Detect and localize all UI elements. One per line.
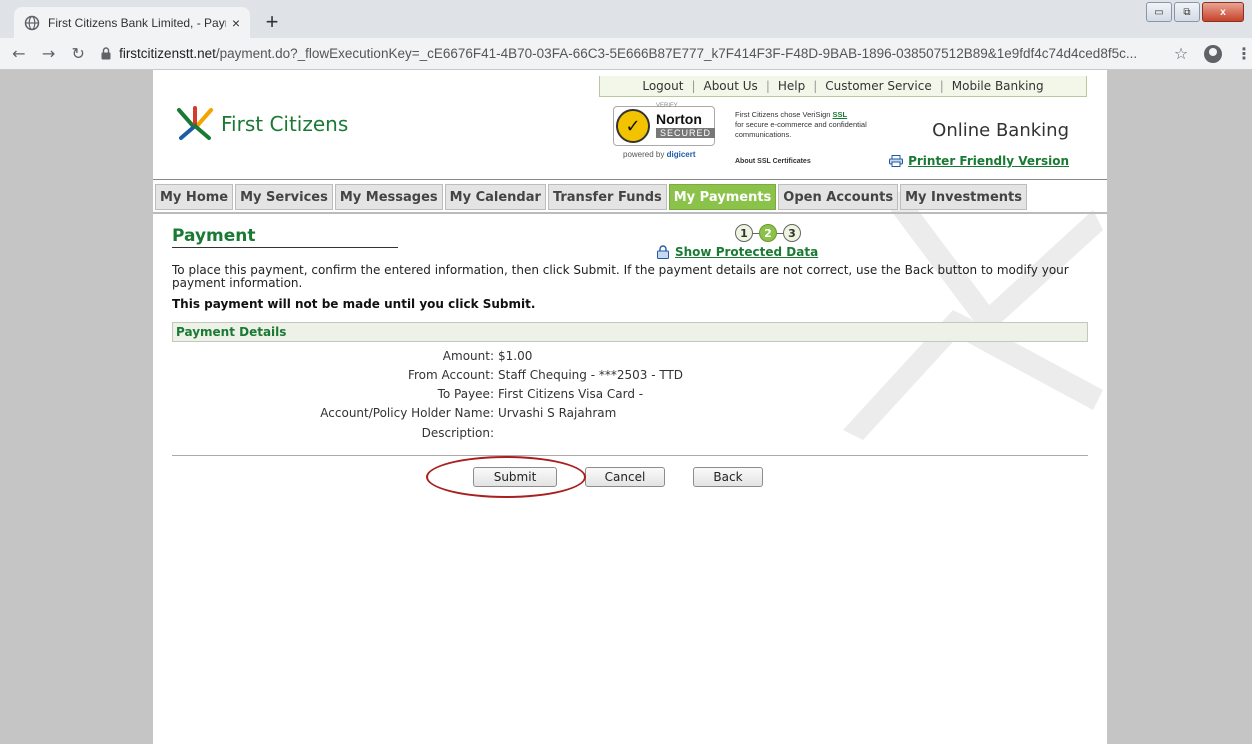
browser-tabstrip: First Citizens Bank Limited, - Payr × + … <box>0 0 1252 38</box>
show-protected-data-link[interactable]: Show Protected Data <box>656 245 818 259</box>
url-domain: firstcitizenstt.net <box>119 46 216 61</box>
bank-page: Logout | About Us | Help | Customer Serv… <box>153 70 1107 744</box>
help-link[interactable]: Help <box>778 79 805 93</box>
printer-friendly-link[interactable]: Printer Friendly Version <box>889 154 1069 168</box>
lock-data-icon <box>657 245 669 259</box>
detail-label: Description: <box>421 426 494 440</box>
browser-toolbar: ← → ↻ firstcitizenstt.net/payment.do?_fl… <box>0 38 1252 70</box>
address-bar[interactable]: firstcitizenstt.net/payment.do?_flowExec… <box>101 42 1158 66</box>
detail-row-holder-name: Account/Policy Holder Name: Urvashi S Ra… <box>172 406 1072 424</box>
detail-value: $1.00 <box>498 349 533 363</box>
printer-icon <box>889 155 904 167</box>
detail-label: Amount: <box>442 349 494 363</box>
submit-button[interactable]: Submit <box>473 467 557 487</box>
logo-text: First Citizens <box>221 112 349 136</box>
detail-label: Account/Policy Holder Name: <box>320 406 494 420</box>
detail-row-to-payee: To Payee: First Citizens Visa Card - <box>172 387 1072 405</box>
new-tab-button[interactable]: + <box>258 8 286 36</box>
about-us-link[interactable]: About Us <box>703 79 757 93</box>
cancel-button[interactable]: Cancel <box>585 467 665 487</box>
reload-icon[interactable]: ↻ <box>67 42 89 66</box>
ssl-link[interactable]: SSL <box>833 110 848 119</box>
logout-link[interactable]: Logout <box>642 79 683 93</box>
norton-powered-by: powered by digicert <box>623 150 696 159</box>
url-path: /payment.do?_flowExecutionKey=_cE6676F41… <box>215 46 1138 61</box>
checkmark-icon: ✓ <box>616 109 650 143</box>
tab-transfer-funds[interactable]: Transfer Funds <box>547 184 667 210</box>
detail-row-from-account: From Account: Staff Chequing - ***2503 -… <box>172 368 1072 386</box>
detail-row-amount: Amount: $1.00 <box>172 349 1072 367</box>
detail-row-description: Description: <box>172 426 1072 444</box>
utility-links: Logout | About Us | Help | Customer Serv… <box>599 76 1087 97</box>
first-citizens-logo[interactable]: First Citizens <box>175 106 348 142</box>
kebab-menu-icon[interactable]: ⋮ <box>1236 44 1252 63</box>
customer-service-link[interactable]: Customer Service <box>825 79 931 93</box>
tab-my-calendar[interactable]: My Calendar <box>444 184 546 210</box>
detail-value: First Citizens Visa Card - <box>498 387 644 401</box>
submit-notice: This payment will not be made until you … <box>172 297 536 311</box>
detail-label: To Payee: <box>437 387 494 401</box>
tab-my-investments[interactable]: My Investments <box>900 184 1027 210</box>
about-ssl-link[interactable]: About SSL Certificates <box>735 158 811 165</box>
tab-my-payments[interactable]: My Payments <box>668 184 777 210</box>
detail-value: Staff Chequing - ***2503 - TTD <box>498 368 684 382</box>
tab-my-messages[interactable]: My Messages <box>334 184 443 210</box>
page-title: Payment <box>172 226 256 246</box>
back-button[interactable]: Back <box>693 467 763 487</box>
norton-secured: SECURED <box>656 128 716 138</box>
step-3: 3 <box>783 224 801 242</box>
detail-label: From Account: <box>407 368 494 382</box>
tab-my-home[interactable]: My Home <box>155 184 234 210</box>
lock-icon <box>101 47 113 61</box>
main-nav: My Home My Services My Messages My Calen… <box>155 184 1029 210</box>
globe-icon <box>24 15 40 31</box>
restore-button[interactable]: ⧉ <box>1174 2 1200 22</box>
norton-seal[interactable]: VERIFY ✓ Norton SECURED powered by digic… <box>613 100 723 164</box>
tab-title: First Citizens Bank Limited, - Payr <box>48 15 226 30</box>
back-arrow-icon[interactable]: ← <box>8 42 30 66</box>
window-controls: ▭ ⧉ x <box>1146 2 1244 22</box>
tab-close-icon[interactable]: × <box>232 15 240 31</box>
minimize-button[interactable]: ▭ <box>1146 2 1172 22</box>
instructions-text: To place this payment, confirm the enter… <box>172 263 1069 290</box>
step-indicator: 1 2 3 <box>735 224 801 242</box>
detail-value: Urvashi S Rajahram <box>498 406 617 420</box>
norton-verify-text: VERIFY <box>656 103 678 109</box>
first-citizens-logo-icon <box>177 106 213 140</box>
bookmark-star-icon[interactable]: ☆ <box>1174 44 1188 63</box>
account-icon[interactable] <box>1204 44 1222 63</box>
step-2-current: 2 <box>759 224 777 242</box>
forward-arrow-icon[interactable]: → <box>38 42 60 66</box>
tab-open-accounts[interactable]: Open Accounts <box>778 184 899 210</box>
close-window-button[interactable]: x <box>1202 2 1244 22</box>
browser-tab[interactable]: First Citizens Bank Limited, - Payr × <box>14 7 250 38</box>
step-1: 1 <box>735 224 753 242</box>
tab-my-services[interactable]: My Services <box>235 184 333 210</box>
mobile-banking-link[interactable]: Mobile Banking <box>952 79 1044 93</box>
ssl-info-text: First Citizens chose VeriSign SSL for se… <box>735 110 867 139</box>
norton-name: Norton <box>656 111 702 127</box>
payment-details-header: Payment Details <box>172 322 1088 342</box>
detail-value <box>494 426 498 444</box>
online-banking-title: Online Banking <box>932 120 1069 141</box>
